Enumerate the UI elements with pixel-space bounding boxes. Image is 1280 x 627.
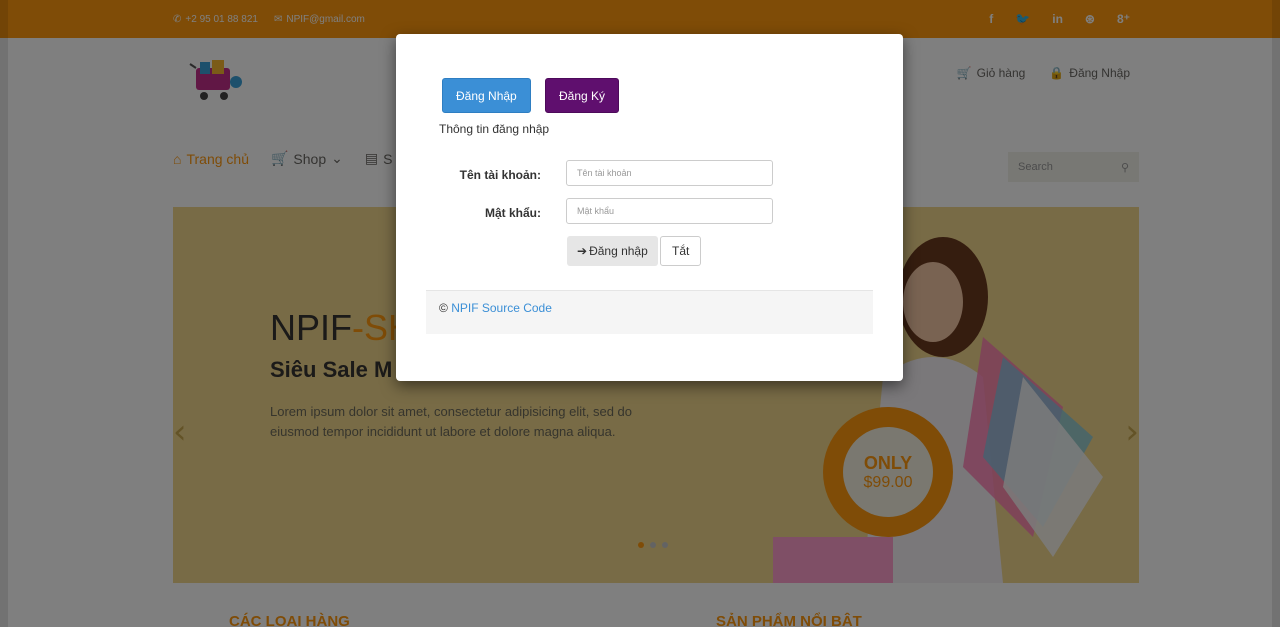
- close-modal-button[interactable]: Tắt: [660, 236, 702, 266]
- page-edge-left: [0, 0, 8, 627]
- login-submit-button[interactable]: ➔ Đăng nhập: [567, 236, 658, 266]
- tab-register[interactable]: Đăng Ký: [545, 78, 620, 113]
- page-edge-right: [1272, 0, 1280, 627]
- modal-footer: © NPIF Source Code: [426, 290, 873, 334]
- source-code-link[interactable]: NPIF Source Code: [451, 301, 552, 315]
- login-modal: Đăng Nhập Đăng Ký Thông tin đăng nhập Tê…: [396, 34, 903, 381]
- sign-in-icon: ➔: [577, 244, 588, 258]
- login-submit-label: Đăng nhập: [589, 244, 648, 258]
- username-field[interactable]: Tên tài khoản: [566, 160, 773, 186]
- login-section-title: Thông tin đăng nhập: [439, 122, 550, 136]
- copyright-symbol: ©: [439, 301, 448, 315]
- username-label: Tên tài khoản:: [459, 168, 541, 182]
- password-field[interactable]: Mật khẩu: [566, 198, 773, 224]
- tab-login[interactable]: Đăng Nhập: [442, 78, 531, 113]
- password-label: Mật khẩu:: [484, 206, 541, 220]
